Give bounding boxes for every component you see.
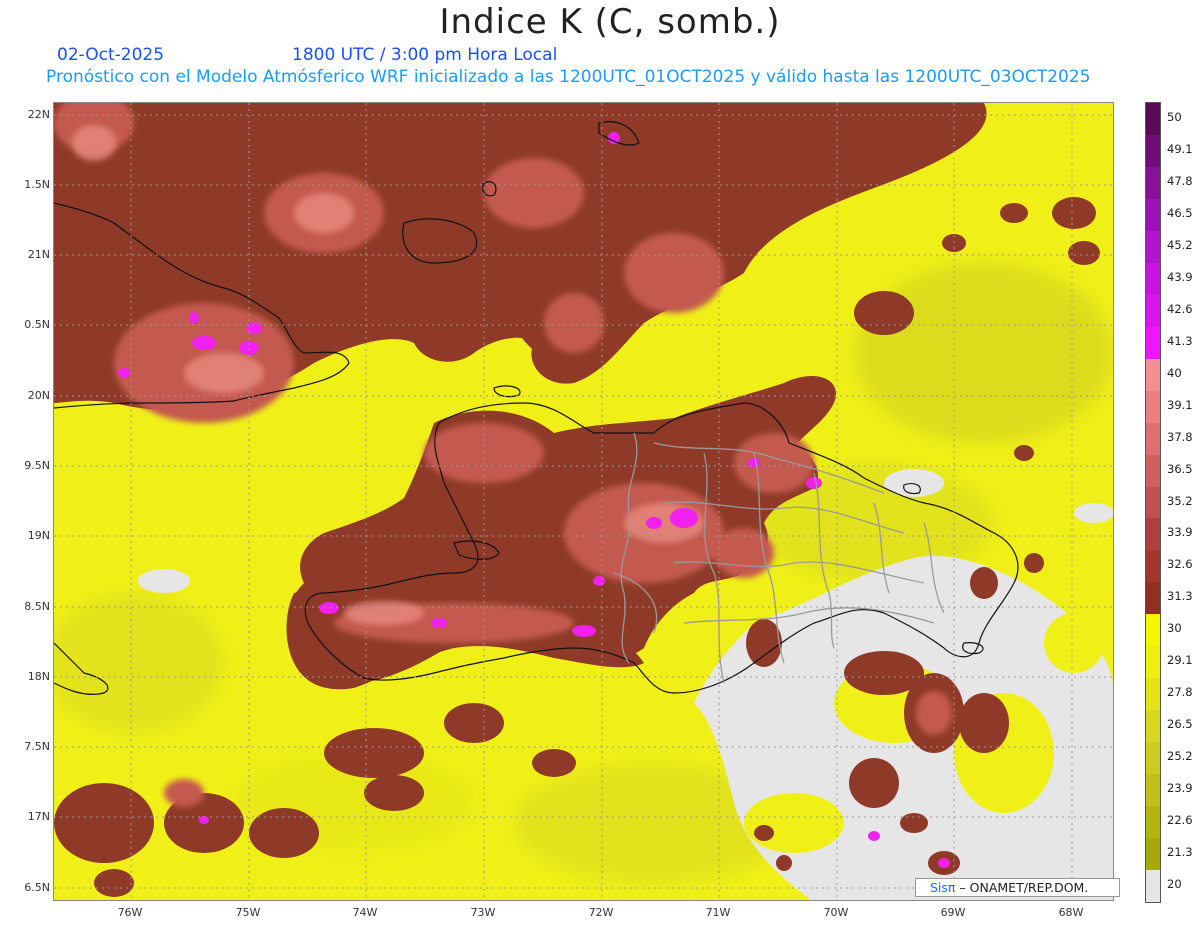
colorbar-label: 30	[1167, 621, 1182, 636]
colorbar-label: 39.1	[1167, 397, 1193, 412]
colorbar-segment	[1146, 550, 1160, 583]
lon-label: 75W	[235, 906, 261, 919]
colorbar-segment	[1146, 838, 1160, 871]
lat-label: 6.5N	[24, 881, 50, 894]
model-description: Pronóstico con el Modelo Atmósferico WRF…	[46, 67, 1091, 87]
colorbar-segment	[1146, 678, 1160, 711]
colorbar-label: 49.1	[1167, 141, 1193, 156]
colorbar-segment	[1146, 710, 1160, 743]
lat-label: 7.5N	[24, 740, 50, 753]
lat-label: 8.5N	[24, 600, 50, 613]
brand-agency: – ONAMET/REP.DOM.	[955, 880, 1089, 895]
colorbar-label: 37.8	[1167, 429, 1193, 444]
colorbar-label: 20	[1167, 877, 1182, 892]
forecast-date: 02-Oct-2025	[57, 45, 165, 65]
lat-label: 19N	[27, 529, 50, 542]
colorbar-label: 32.6	[1167, 557, 1193, 572]
colorbar-label: 31.3	[1167, 589, 1193, 604]
colorbar-label: 42.6	[1167, 301, 1193, 316]
colorbar-label: 26.5	[1167, 717, 1193, 732]
colorbar-segment	[1146, 614, 1160, 647]
lon-label: 71W	[705, 906, 731, 919]
colorbar-label: 22.6	[1167, 813, 1193, 828]
sispi-logo-text: Sisπ	[930, 880, 956, 895]
colorbar-segment	[1146, 486, 1160, 519]
lon-label: 74W	[352, 906, 378, 919]
colorbar-label: 41.3	[1167, 333, 1193, 348]
colorbar-label: 23.9	[1167, 781, 1193, 796]
colorbar-segment	[1146, 454, 1160, 487]
brand-footer: Sisπ – ONAMET/REP.DOM.	[915, 878, 1120, 897]
lon-label: 73W	[470, 906, 496, 919]
colorbar-segment	[1146, 134, 1160, 168]
colorbar-segment	[1146, 742, 1160, 775]
colorbar-label: 40	[1167, 365, 1182, 380]
colorbar-label: 46.5	[1167, 205, 1193, 220]
colorbar-segment	[1146, 806, 1160, 839]
colorbar-segment	[1146, 230, 1160, 264]
lat-label: 9.5N	[24, 459, 50, 472]
forecast-time: 1800 UTC / 3:00 pm Hora Local	[292, 45, 558, 65]
map-canvas	[54, 103, 1113, 900]
colorbar-segment	[1146, 422, 1160, 456]
colorbar-segment	[1146, 390, 1160, 424]
colorbar-label: 45.2	[1167, 237, 1193, 252]
colorbar	[1145, 102, 1161, 903]
colorbar-label: 29.1	[1167, 653, 1193, 668]
colorbar-segment	[1146, 103, 1160, 136]
k-index-map	[53, 102, 1114, 901]
lon-label: 70W	[823, 906, 849, 919]
lat-label: 18N	[27, 670, 50, 683]
lat-label: 22N	[27, 108, 50, 121]
colorbar-segment	[1146, 518, 1160, 551]
colorbar-segment	[1146, 646, 1160, 679]
lat-label: 20N	[27, 389, 50, 402]
lon-label: 68W	[1058, 906, 1084, 919]
colorbar-label: 21.3	[1167, 845, 1193, 860]
colorbar-label: 25.2	[1167, 749, 1193, 764]
colorbar-label: 36.5	[1167, 461, 1193, 476]
colorbar-label: 47.8	[1167, 173, 1193, 188]
colorbar-label: 43.9	[1167, 269, 1193, 284]
colorbar-segment	[1146, 326, 1160, 360]
colorbar-segment	[1146, 774, 1160, 807]
lon-label: 69W	[940, 906, 966, 919]
colorbar-segment	[1146, 294, 1160, 328]
lon-label: 76W	[117, 906, 143, 919]
colorbar-label: 27.8	[1167, 685, 1193, 700]
lat-label: 0.5N	[24, 318, 50, 331]
lat-label: 1.5N	[24, 178, 50, 191]
colorbar-label: 35.2	[1167, 493, 1193, 508]
colorbar-segment	[1146, 166, 1160, 200]
colorbar-segment	[1146, 262, 1160, 296]
lat-label: 21N	[27, 248, 50, 261]
colorbar-segment	[1146, 358, 1160, 392]
lon-label: 72W	[588, 906, 614, 919]
lat-label: 17N	[27, 810, 50, 823]
colorbar-segment	[1146, 870, 1160, 903]
colorbar-segment	[1146, 198, 1160, 232]
colorbar-label: 33.9	[1167, 525, 1193, 540]
map-title: Indice K (C, somb.)	[439, 2, 781, 42]
colorbar-segment	[1146, 582, 1160, 615]
colorbar-label: 50	[1167, 109, 1182, 124]
